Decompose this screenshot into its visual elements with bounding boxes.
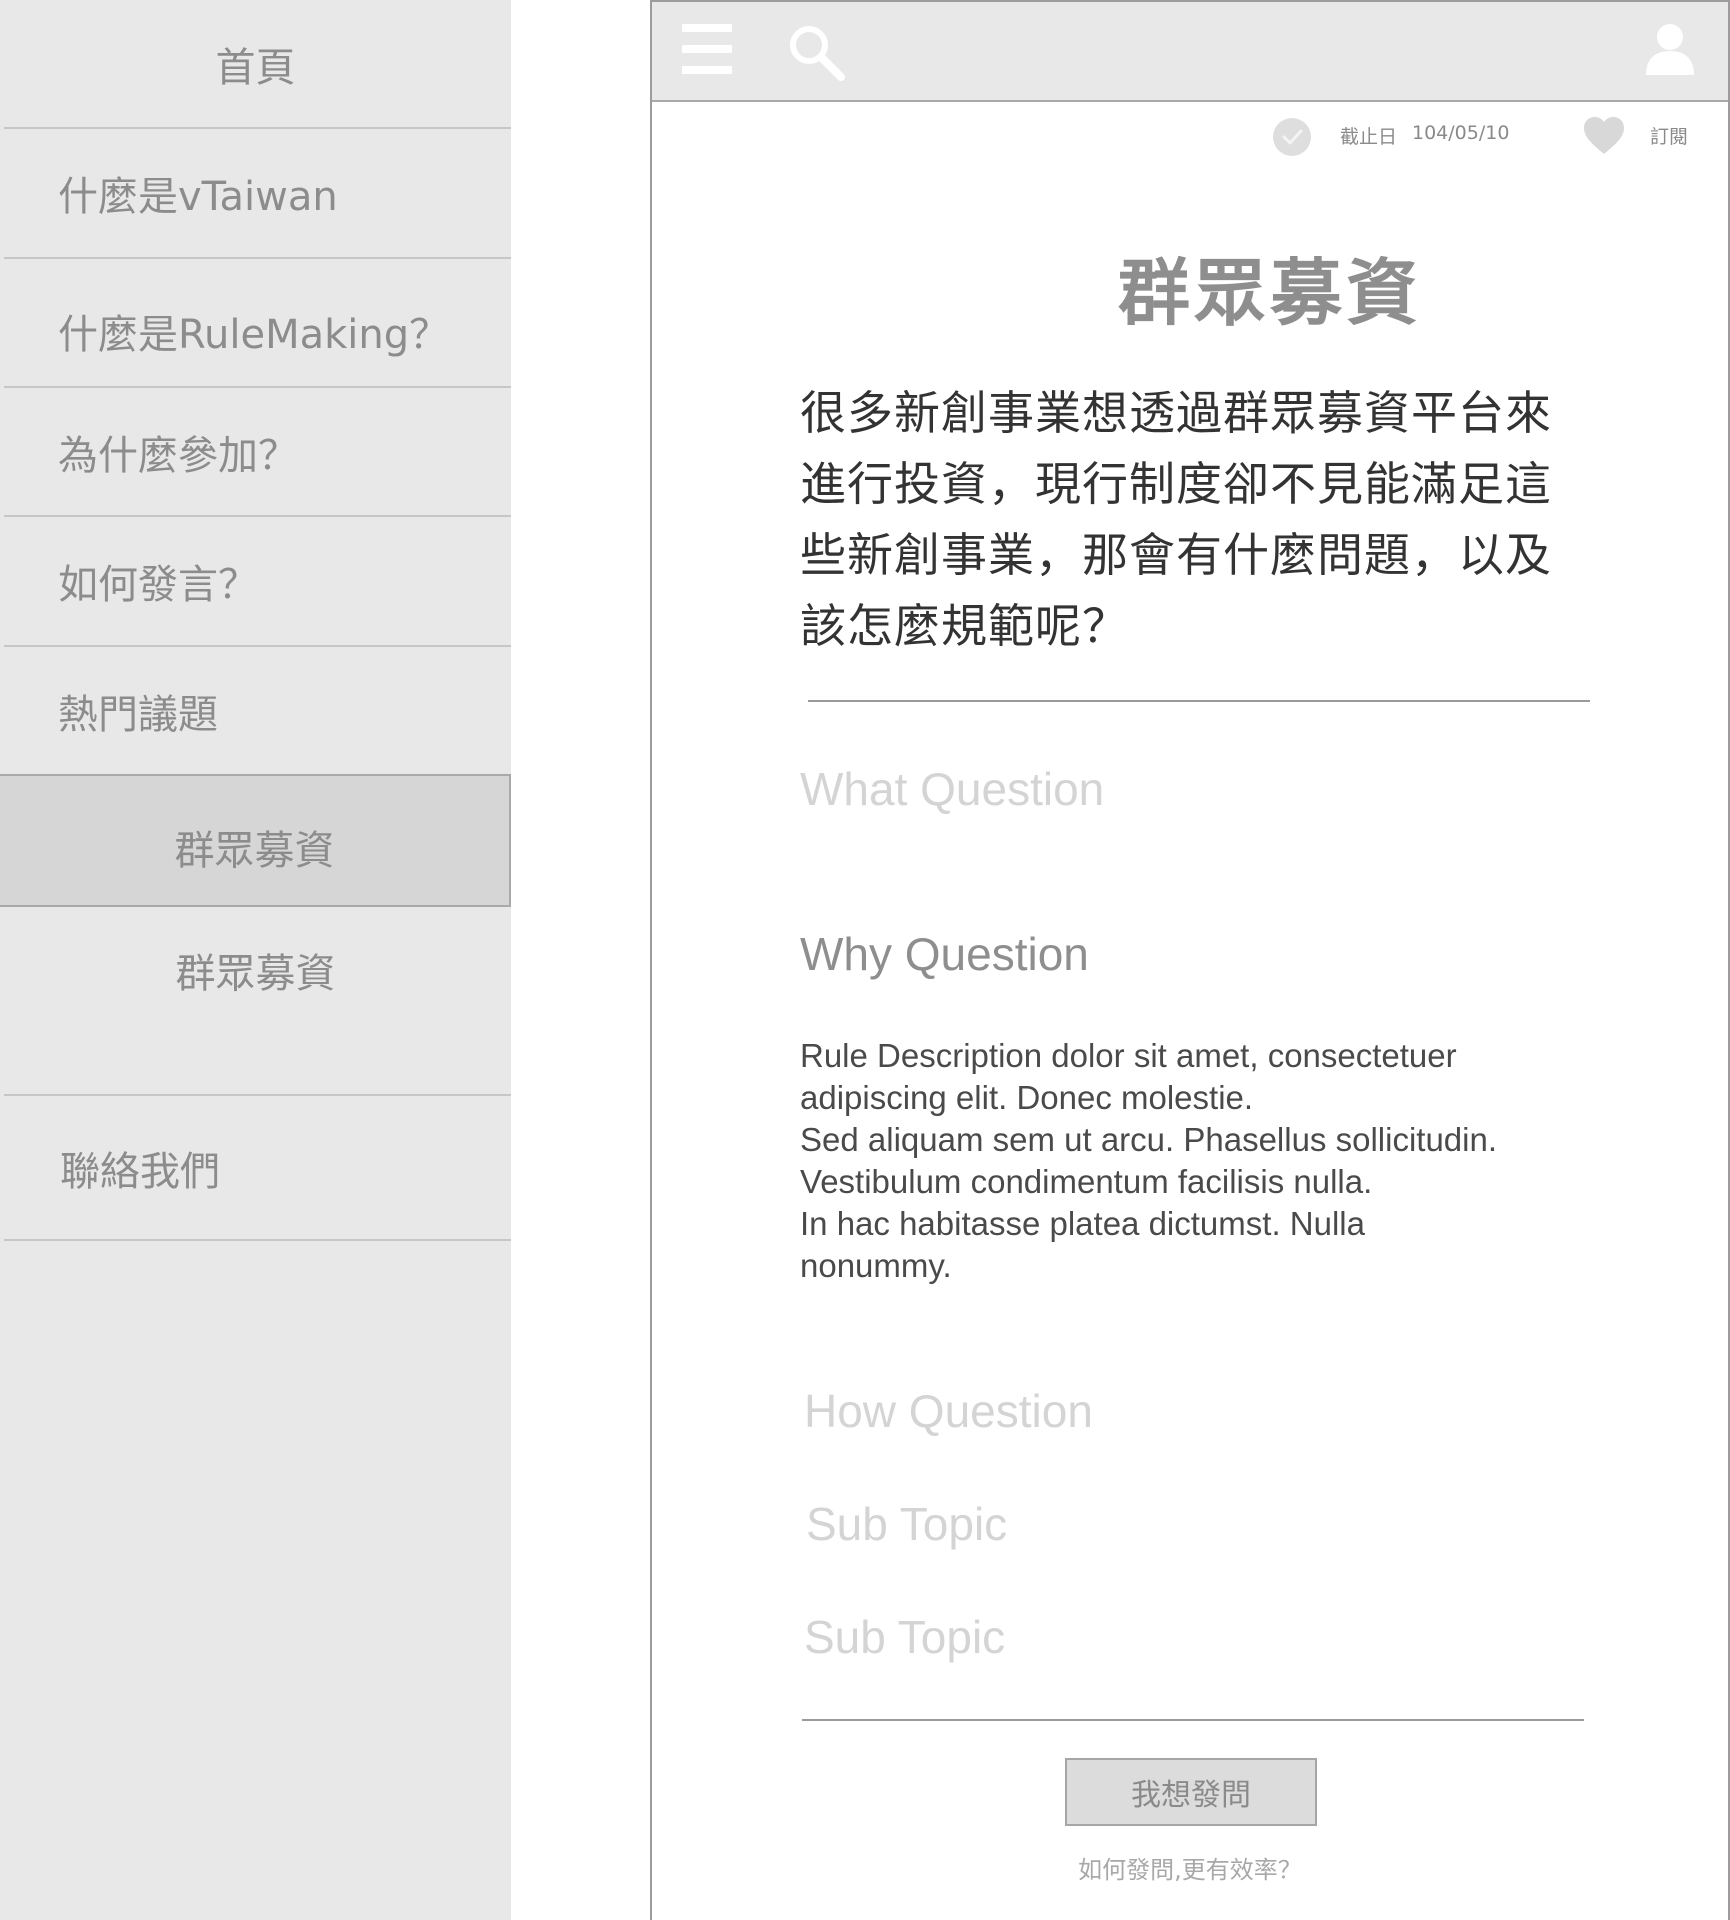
sidebar-item-label: 群眾募資 bbox=[175, 951, 336, 997]
search-icon[interactable] bbox=[786, 22, 846, 82]
heart-icon[interactable] bbox=[1582, 116, 1626, 156]
hamburger-menu-icon[interactable] bbox=[682, 24, 734, 74]
check-circle-icon bbox=[1273, 118, 1311, 156]
page-title: 群眾募資 bbox=[1117, 251, 1422, 335]
description-line: In hac habitasse platea dictumst. Nulla bbox=[800, 1205, 1365, 1242]
description-line: nonummy. bbox=[800, 1247, 952, 1284]
intro-text: 很多新創事業想透過群眾募資平台來 進行投資，現行制度卻不見能滿足這 些新創事業，… bbox=[800, 378, 1600, 662]
what-question-link[interactable]: What Question bbox=[800, 762, 1104, 816]
section-divider bbox=[802, 1719, 1584, 1721]
sidebar-item-what-is-rulemaking[interactable]: 什麼是RuleMaking？ bbox=[0, 259, 511, 387]
meta-row: 截止日 104/05/10 訂閱 bbox=[652, 114, 1728, 158]
sidebar-item-crowdfunding-active[interactable]: 群眾募資 bbox=[0, 774, 511, 907]
description-line: Rule Description dolor sit amet, consect… bbox=[800, 1037, 1457, 1074]
sidebar-item-how-to-speak[interactable]: 如何發言？ bbox=[0, 517, 511, 645]
how-question-link[interactable]: How Question bbox=[804, 1384, 1093, 1438]
sidebar-nav: 首頁 什麼是vTaiwan 什麼是RuleMaking？ 為什麼參加？ 如何發言… bbox=[0, 0, 511, 1920]
sidebar-item-what-is-vtaiwan[interactable]: 什麼是vTaiwan bbox=[0, 129, 511, 257]
sidebar-item-hot-topics[interactable]: 熱門議題 bbox=[0, 647, 511, 775]
sidebar-item-label: 什麼是RuleMaking？ bbox=[58, 312, 450, 358]
sidebar-item-home[interactable]: 首頁 bbox=[0, 0, 511, 128]
top-bar bbox=[652, 2, 1728, 102]
sidebar-item-label: 為什麼參加？ bbox=[58, 433, 298, 479]
intro-line: 該怎麼規範呢？ bbox=[800, 599, 1129, 653]
why-question-heading: Why Question bbox=[800, 928, 1089, 980]
subscribe-link[interactable]: 訂閱 bbox=[1650, 122, 1688, 149]
sidebar-item-why-join[interactable]: 為什麼參加？ bbox=[0, 388, 511, 516]
rule-description: Rule Description dolor sit amet, consect… bbox=[800, 1035, 1620, 1287]
main-panel: 截止日 104/05/10 訂閱 群眾募資 很多新創事業想透過群眾募資平台來 進… bbox=[650, 0, 1730, 1920]
description-line: Sed aliquam sem ut arcu. Phasellus solli… bbox=[800, 1121, 1498, 1158]
asking-tips-link[interactable]: 如何發問,更有效率？ bbox=[652, 1850, 1728, 1885]
ask-question-button[interactable]: 我想發問 bbox=[1065, 1758, 1317, 1826]
sidebar-item-label: 如何發言？ bbox=[58, 562, 258, 608]
sub-topic-link[interactable]: Sub Topic bbox=[806, 1497, 1007, 1551]
sidebar-item-contact-us[interactable]: 聯絡我們 bbox=[0, 1096, 511, 1240]
user-icon[interactable] bbox=[1642, 22, 1698, 76]
sub-topic-link[interactable]: Sub Topic bbox=[804, 1610, 1005, 1664]
intro-line: 進行投資，現行制度卻不見能滿足這 bbox=[800, 457, 1552, 511]
deadline-label: 截止日 bbox=[1340, 126, 1398, 148]
description-line: Vestibulum condimentum facilisis nulla. bbox=[800, 1163, 1373, 1200]
sidebar-item-crowdfunding[interactable]: 群眾募資 bbox=[0, 907, 511, 1067]
deadline-date: 104/05/10 bbox=[1412, 122, 1510, 144]
sidebar-item-label: 什麼是vTaiwan bbox=[58, 174, 338, 220]
sidebar-item-label: 熱門議題 bbox=[58, 692, 218, 738]
sidebar-divider bbox=[4, 1239, 511, 1241]
sidebar-item-label: 首頁 bbox=[215, 45, 296, 91]
sidebar-item-label: 群眾募資 bbox=[174, 827, 335, 874]
intro-line: 很多新創事業想透過群眾募資平台來 bbox=[800, 386, 1552, 440]
description-line: adipiscing elit. Donec molestie. bbox=[800, 1079, 1254, 1116]
sidebar-item-label: 聯絡我們 bbox=[60, 1149, 220, 1195]
intro-line: 些新創事業，那會有什麼問題，以及 bbox=[800, 528, 1552, 582]
section-divider bbox=[808, 700, 1590, 702]
